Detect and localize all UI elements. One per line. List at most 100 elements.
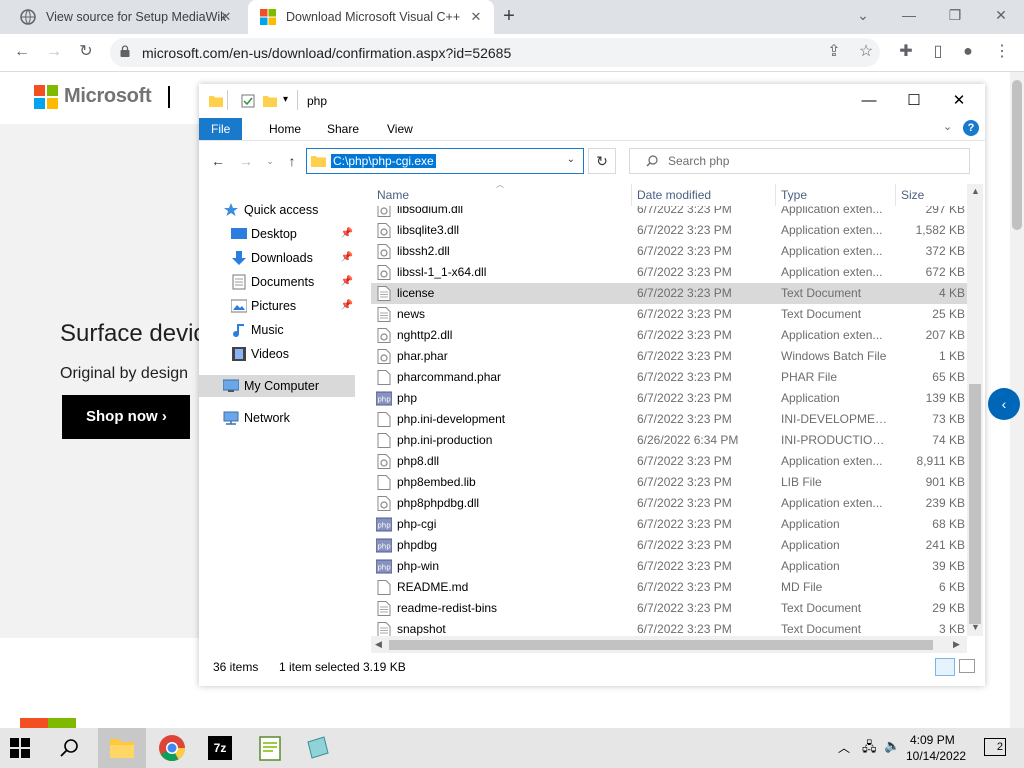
restore-icon[interactable]: ❐ [942, 4, 968, 26]
tab-view[interactable]: View [375, 118, 425, 140]
help-icon[interactable]: ? [963, 120, 979, 136]
up-arrow-icon[interactable]: ↑ [283, 152, 301, 170]
file-row[interactable]: phar.phar 6/7/2022 3:23 PM Windows Batch F… [371, 346, 967, 367]
chevron-left-icon[interactable]: ‹ [988, 388, 1020, 420]
app-window-icon[interactable] [304, 734, 332, 762]
tab-share[interactable]: Share [315, 118, 371, 140]
pin-icon[interactable]: 📌 [341, 271, 353, 293]
windows-start-icon[interactable] [10, 738, 30, 758]
notepad-plus-icon[interactable] [256, 734, 284, 762]
pin-icon[interactable]: 📌 [341, 295, 353, 317]
address-input[interactable]: C:\php\php-cgi.exe ⌄ [306, 148, 584, 174]
browser-tab-mediawiki[interactable]: View source for Setup MediaWik ✕ [8, 0, 244, 34]
column-header-size[interactable]: Size [901, 188, 924, 202]
side-panel-icon[interactable]: ▯ [926, 40, 950, 64]
expand-ribbon-chevron-icon[interactable]: ⌄ [943, 120, 952, 133]
file-row[interactable]: readme-redist-bins 6/7/2022 3:23 PM Text D… [371, 598, 967, 619]
refresh-icon[interactable]: ↻ [588, 148, 616, 174]
browser-tab-microsoft[interactable]: Download Microsoft Visual C++ ✕ [248, 0, 494, 34]
nav-documents[interactable]: Documents 📌 [231, 271, 353, 293]
vertical-scrollbar-thumb[interactable] [969, 384, 981, 624]
7zip-icon[interactable]: 7z [208, 736, 232, 760]
scroll-left-icon[interactable]: ◀ [375, 639, 382, 650]
menu-dots-icon[interactable]: ⋮ [990, 40, 1014, 64]
network-tray-icon[interactable]: 🖧 [862, 738, 877, 760]
file-row[interactable]: php php 6/7/2022 3:23 PM Application 139 KB [371, 388, 967, 409]
close-tab-icon[interactable]: ✕ [468, 9, 484, 25]
notification-center-icon[interactable]: 2 [984, 738, 1006, 756]
clock-date[interactable]: 10/14/2022 [906, 749, 966, 763]
page-scrollbar-thumb[interactable] [1012, 80, 1022, 230]
horizontal-scrollbar-thumb[interactable] [389, 640, 933, 650]
address-bar[interactable]: microsoft.com/en-us/download/confirmatio… [110, 38, 880, 67]
clock-time[interactable]: 4:09 PM [910, 733, 955, 747]
customize-toolbar-dropdown-icon[interactable]: ▾ [283, 94, 288, 105]
scroll-up-icon[interactable]: ▲ [971, 186, 980, 196]
new-tab-button[interactable]: + [498, 6, 520, 28]
pin-icon[interactable]: 📌 [341, 223, 353, 245]
tab-search-icon[interactable]: ⌄ [850, 4, 876, 26]
column-divider[interactable] [895, 184, 896, 206]
recent-locations-chevron-icon[interactable]: ⌄ [261, 152, 279, 170]
search-icon[interactable] [60, 738, 80, 758]
file-row[interactable]: php8.dll 6/7/2022 3:23 PM Application exte… [371, 451, 967, 472]
back-arrow-icon[interactable]: ← [10, 40, 34, 64]
extensions-puzzle-icon[interactable]: ✚ [894, 40, 918, 64]
file-row[interactable]: libssh2.dll 6/7/2022 3:23 PM Application e… [371, 241, 967, 262]
properties-check-icon[interactable] [241, 94, 255, 108]
column-header-name[interactable]: Name [377, 188, 409, 202]
minimize-icon[interactable]: — [849, 90, 889, 112]
file-row[interactable]: news 6/7/2022 3:23 PM Text Document 25 KB [371, 304, 967, 325]
file-row[interactable]: php php-cgi 6/7/2022 3:23 PM Application 68 … [371, 514, 967, 535]
close-window-icon[interactable]: ✕ [939, 90, 979, 112]
file-row[interactable]: pharcommand.phar 6/7/2022 3:23 PM PHAR Fil… [371, 367, 967, 388]
file-row[interactable]: php.ini-production 6/26/2022 6:34 PM INI-P… [371, 430, 967, 451]
file-row[interactable]: libssl-1_1-x64.dll 6/7/2022 3:23 PM Applic… [371, 262, 967, 283]
volume-icon[interactable]: 🔈 [884, 738, 900, 754]
new-folder-icon[interactable] [263, 94, 277, 107]
scroll-right-icon[interactable]: ▶ [953, 639, 960, 650]
chrome-icon[interactable] [158, 734, 186, 762]
tab-home[interactable]: Home [257, 118, 313, 140]
column-divider[interactable] [775, 184, 776, 206]
tab-file[interactable]: File [199, 118, 243, 140]
nav-music[interactable]: Music [231, 319, 353, 341]
profile-avatar-icon[interactable]: ● [956, 40, 980, 64]
file-row[interactable]: php8phpdbg.dll 6/7/2022 3:23 PM Applicatio… [371, 493, 967, 514]
column-divider[interactable] [631, 184, 632, 206]
reload-icon[interactable]: ↻ [74, 40, 98, 64]
file-row[interactable]: snapshot 6/7/2022 3:23 PM Text Document 3 K… [371, 619, 967, 636]
shop-now-button[interactable]: Shop now › [62, 395, 190, 439]
column-header-type[interactable]: Type [781, 188, 807, 202]
bookmark-star-icon[interactable]: ☆ [854, 40, 878, 64]
column-header-date[interactable]: Date modified [637, 188, 711, 202]
pin-icon[interactable]: 📌 [341, 247, 353, 269]
file-row[interactable]: php.ini-development 6/7/2022 3:23 PM INI-D… [371, 409, 967, 430]
maximize-icon[interactable]: ☐ [894, 90, 934, 112]
minimize-icon[interactable]: — [896, 4, 922, 26]
file-row[interactable]: php8embed.lib 6/7/2022 3:23 PM LIB File 901… [371, 472, 967, 493]
file-row[interactable]: license 6/7/2022 3:23 PM Text Document 4 KB [371, 283, 967, 304]
nav-quick-access[interactable]: Quick access [223, 199, 353, 221]
details-view-icon[interactable] [935, 658, 955, 676]
file-row[interactable]: libsqlite3.dll 6/7/2022 3:23 PM Applicatio… [371, 220, 967, 241]
nav-videos[interactable]: Videos [231, 343, 353, 365]
nav-network[interactable]: Network [223, 407, 353, 429]
nav-my-computer[interactable]: My Computer [199, 375, 355, 397]
file-row[interactable]: php php-win 6/7/2022 3:23 PM Application 39 … [371, 556, 967, 577]
file-row[interactable]: nghttp2.dll 6/7/2022 3:23 PM Application e… [371, 325, 967, 346]
share-icon[interactable]: ⇪ [822, 40, 846, 64]
back-arrow-icon[interactable]: ← [209, 152, 227, 170]
file-row[interactable]: README.md 6/7/2022 3:23 PM MD File 6 KB [371, 577, 967, 598]
close-window-icon[interactable]: ✕ [988, 4, 1014, 26]
nav-desktop[interactable]: Desktop 📌 [231, 223, 353, 245]
tray-chevron-up-icon[interactable]: ︿ [838, 739, 850, 756]
search-input[interactable]: Search php [629, 148, 970, 174]
forward-arrow-icon[interactable]: → [42, 40, 66, 64]
forward-arrow-icon[interactable]: → [237, 152, 255, 170]
chevron-down-icon[interactable]: ⌄ [567, 154, 575, 165]
file-row[interactable]: libsodium.dll 6/7/2022 3:23 PM Application… [371, 206, 967, 220]
nav-downloads[interactable]: Downloads 📌 [231, 247, 353, 269]
close-tab-icon[interactable]: ✕ [218, 9, 234, 25]
nav-pictures[interactable]: Pictures 📌 [231, 295, 353, 317]
